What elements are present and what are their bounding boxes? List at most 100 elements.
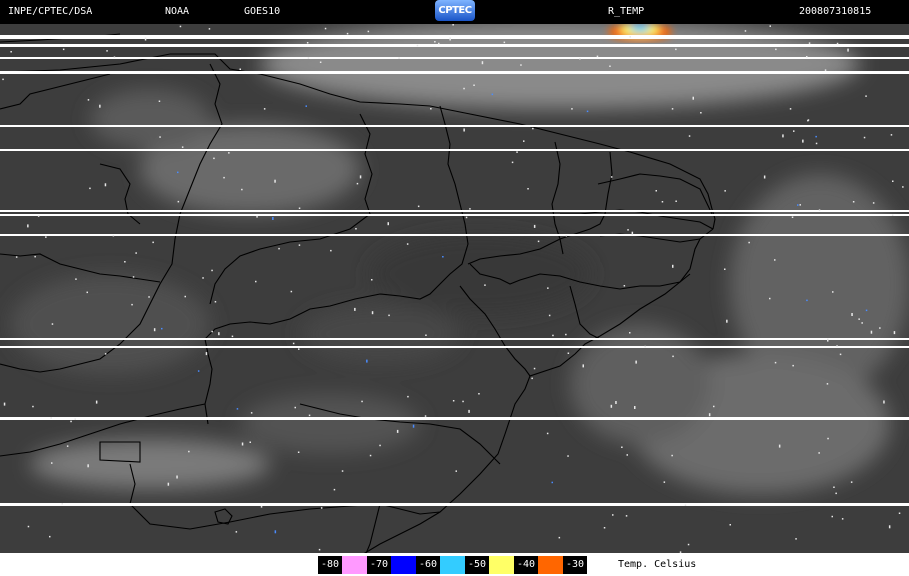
noise-speck — [795, 538, 797, 540]
noise-speck — [37, 215, 40, 217]
noise-speck — [184, 295, 186, 298]
noise-speck — [181, 146, 184, 148]
noise-speck — [858, 318, 860, 320]
noise-speck — [836, 345, 838, 347]
noise-speck — [320, 507, 323, 509]
state-line-7 — [560, 209, 714, 230]
noise-speck — [729, 524, 731, 526]
noise-speck — [356, 182, 359, 185]
noise-speck — [249, 441, 251, 443]
noise-speck — [687, 543, 690, 546]
cloud-cover — [10, 24, 909, 494]
noise-speck — [113, 56, 116, 58]
noise-speck — [2, 78, 4, 81]
noise-speck — [87, 99, 90, 101]
noise-speck — [724, 268, 726, 270]
legend-label: -40 — [514, 556, 538, 574]
legend-swatch — [538, 556, 563, 574]
noise-speck — [177, 200, 180, 203]
noise-speck — [371, 279, 373, 281]
noise-speck — [66, 445, 69, 447]
noise-speck — [10, 51, 12, 53]
noise-speck — [159, 136, 161, 138]
noise-speck — [802, 139, 804, 143]
noise-speck — [579, 58, 581, 60]
noise-speck — [531, 377, 533, 380]
noise-speck — [104, 183, 107, 187]
noise-speck — [806, 56, 808, 58]
noise-speck — [153, 328, 156, 332]
noise-speck — [558, 536, 561, 539]
noise-speck — [438, 42, 440, 45]
noise-speck — [290, 290, 293, 293]
temperature-legend: -80 -70 -60 -50 -40 -30 Temp. Celsius — [318, 556, 696, 574]
noise-speck — [298, 207, 301, 209]
noise-speck — [197, 370, 200, 372]
noise-speck — [417, 205, 420, 208]
noise-speck — [176, 475, 178, 479]
noise-speck — [661, 201, 664, 203]
noise-speck — [148, 296, 150, 298]
noise-speck — [452, 24, 454, 26]
noise-speck — [527, 188, 529, 190]
noise-speck — [778, 444, 781, 448]
noise-speck — [582, 364, 584, 368]
noise-speck — [833, 486, 835, 488]
noise-speck — [782, 134, 784, 138]
noise-speck — [551, 481, 553, 484]
noise-speck — [99, 104, 101, 108]
noise-speck — [851, 313, 853, 316]
legend-item: -50 — [465, 556, 514, 574]
noise-speck — [663, 481, 666, 483]
noise-speck — [797, 204, 799, 206]
noise-speck — [318, 548, 321, 551]
noise-speck — [49, 535, 51, 538]
noise-speck — [104, 353, 107, 355]
noise-speck — [824, 69, 827, 71]
noise-speck — [815, 135, 817, 138]
noise-speck — [416, 44, 419, 47]
agency-label: INPE/CPTEC/DSA — [8, 6, 93, 17]
noise-speck — [50, 417, 52, 419]
noise-speck — [532, 127, 534, 130]
noise-speck — [463, 87, 465, 90]
noise-speck — [51, 323, 54, 325]
noise-speck — [789, 108, 792, 110]
noise-speck — [355, 228, 357, 230]
noise-speck — [131, 303, 133, 306]
noise-speck — [644, 345, 646, 348]
noise-speck — [852, 201, 855, 203]
noise-speck — [612, 514, 614, 516]
noise-speck — [202, 277, 204, 279]
state-line-6 — [597, 173, 713, 215]
noise-speck — [671, 454, 673, 457]
noise-speck — [692, 96, 694, 100]
noise-speck — [208, 28, 211, 30]
legend-swatch — [342, 556, 367, 574]
noise-speck — [774, 259, 776, 261]
noise-speck — [629, 332, 631, 334]
legend-label: -30 — [563, 556, 587, 574]
noise-speck — [274, 530, 277, 534]
noise-speck — [112, 234, 115, 237]
noise-speck — [27, 525, 30, 528]
noise-speck — [89, 187, 91, 190]
noise-speck — [15, 256, 18, 258]
noise-speck — [724, 190, 726, 192]
satellite-image — [0, 24, 909, 556]
noise-speck — [726, 319, 728, 323]
noise-speck — [367, 30, 370, 33]
noise-speck — [239, 68, 241, 70]
noise-speck — [769, 297, 771, 300]
noise-speck — [503, 41, 506, 44]
noise-speck — [324, 27, 327, 30]
legend-swatch — [587, 556, 612, 574]
noise-speck — [211, 330, 213, 333]
noise-speck — [223, 176, 225, 179]
noise-speck — [135, 252, 137, 254]
noise-speck — [890, 134, 893, 136]
noise-speck — [547, 287, 549, 289]
noise-speck — [144, 37, 147, 41]
noise-speck — [62, 48, 65, 51]
noise-speck — [629, 36, 631, 38]
